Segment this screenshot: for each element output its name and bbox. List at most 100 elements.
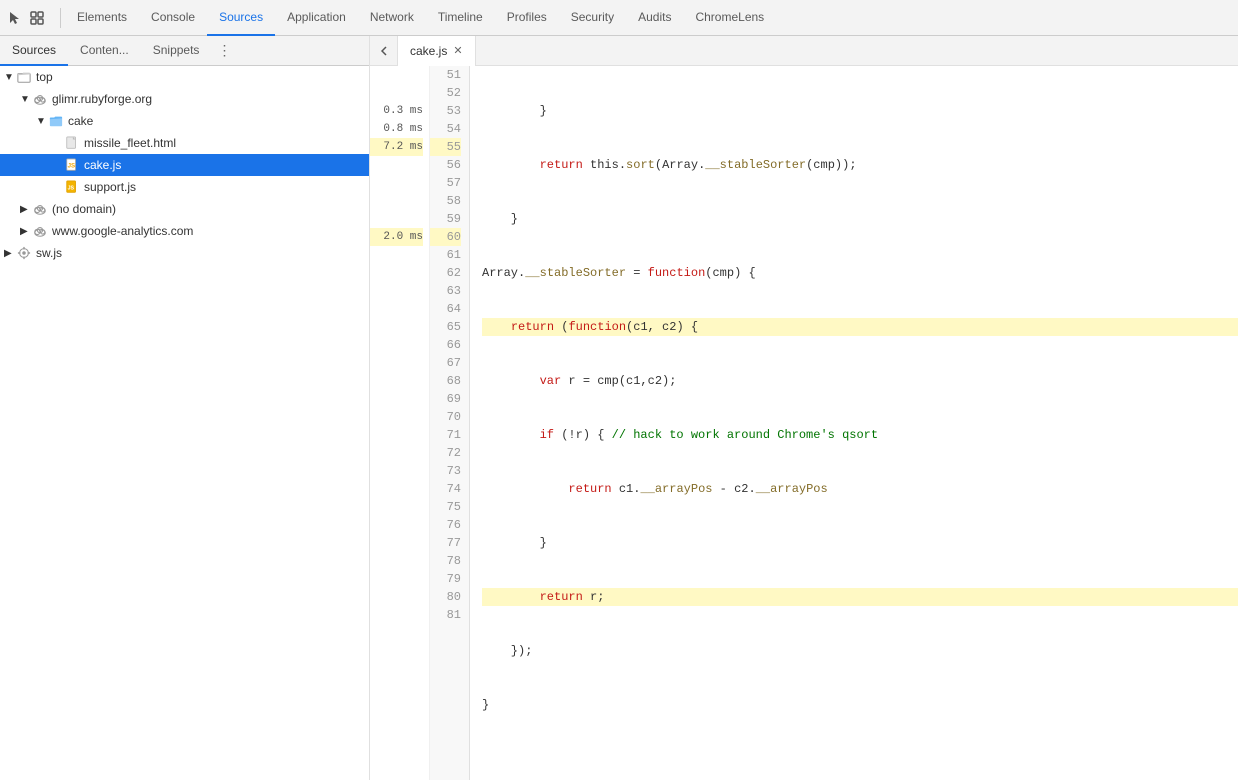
ln-72: 72 bbox=[430, 444, 461, 462]
timing-66 bbox=[370, 336, 423, 354]
tab-sources-secondary[interactable]: Sources bbox=[0, 36, 68, 66]
tab-chromelens[interactable]: ChromeLens bbox=[683, 0, 776, 36]
devtools-nav: Elements Console Sources Application Net… bbox=[0, 0, 1238, 36]
tree-item-missile-fleet[interactable]: missile_fleet.html bbox=[0, 132, 369, 154]
arrow-google: ▶ bbox=[20, 226, 32, 237]
main-area: Sources Conten... Snippets ⋮ ▼ bbox=[0, 36, 1238, 780]
tree-item-cake-js[interactable]: JS cake.js bbox=[0, 154, 369, 176]
ln-76: 76 bbox=[430, 516, 461, 534]
tab-snippets[interactable]: Snippets bbox=[141, 36, 212, 66]
ln-70: 70 bbox=[430, 408, 461, 426]
tree-item-google-analytics[interactable]: ▶ www.google-analytics.com bbox=[0, 220, 369, 242]
arrow-cake: ▼ bbox=[36, 116, 48, 127]
timing-51 bbox=[370, 66, 423, 84]
editor-area: cake.js ✕ 0.3 ms 0.8 ms 7.2 ms 2.0 ms bbox=[370, 36, 1238, 780]
timing-55: 7.2 ms bbox=[370, 138, 423, 156]
arrow-no-domain: ▶ bbox=[20, 204, 32, 215]
editor-tab-filename: cake.js bbox=[410, 44, 447, 58]
timing-62 bbox=[370, 264, 423, 282]
ln-80: 80 bbox=[430, 588, 461, 606]
code-56: var r = cmp(c1,c2); bbox=[482, 372, 1238, 390]
tab-elements[interactable]: Elements bbox=[65, 0, 139, 36]
ln-77: 77 bbox=[430, 534, 461, 552]
ln-75: 75 bbox=[430, 498, 461, 516]
timing-79 bbox=[370, 570, 423, 588]
ln-51: 51 bbox=[430, 66, 461, 84]
code-53: } bbox=[482, 210, 1238, 228]
ln-64: 64 bbox=[430, 300, 461, 318]
ln-78: 78 bbox=[430, 552, 461, 570]
line-numbers: 51 52 53 54 55 56 57 58 59 60 61 62 63 6… bbox=[430, 66, 470, 780]
folder-icon-top bbox=[16, 69, 32, 85]
timing-67 bbox=[370, 354, 423, 372]
timing-58 bbox=[370, 192, 423, 210]
timing-72 bbox=[370, 444, 423, 462]
code-51: } bbox=[482, 102, 1238, 120]
code-52: return this.sort(Array.__stableSorter(cm… bbox=[482, 156, 1238, 174]
back-button[interactable] bbox=[370, 36, 398, 66]
cursor-icon[interactable] bbox=[4, 7, 26, 29]
tree-item-sw-js[interactable]: ▶ sw.js bbox=[0, 242, 369, 264]
file-tree-sidebar: Sources Conten... Snippets ⋮ ▼ bbox=[0, 36, 370, 780]
tree-item-no-domain[interactable]: ▶ (no domain) bbox=[0, 198, 369, 220]
svg-text:JS: JS bbox=[68, 163, 75, 170]
tree-label-cake-js: cake.js bbox=[84, 158, 121, 172]
tab-application[interactable]: Application bbox=[275, 0, 358, 36]
ln-68: 68 bbox=[430, 372, 461, 390]
tree-label-top: top bbox=[36, 70, 53, 84]
tab-timeline[interactable]: Timeline bbox=[426, 0, 495, 36]
ln-62: 62 bbox=[430, 264, 461, 282]
tree-label-glimr: glimr.rubyforge.org bbox=[52, 92, 152, 106]
file-icon-missile bbox=[64, 135, 80, 151]
ln-52: 52 bbox=[430, 84, 461, 102]
secondary-tabs: Sources Conten... Snippets ⋮ bbox=[0, 36, 369, 66]
timing-61 bbox=[370, 246, 423, 264]
cloud-icon-google bbox=[32, 223, 48, 239]
timing-73 bbox=[370, 462, 423, 480]
timing-74 bbox=[370, 480, 423, 498]
timing-64 bbox=[370, 300, 423, 318]
timing-57 bbox=[370, 174, 423, 192]
editor-tab-cake-js[interactable]: cake.js ✕ bbox=[398, 36, 476, 66]
tab-console[interactable]: Console bbox=[139, 0, 207, 36]
tab-security[interactable]: Security bbox=[559, 0, 626, 36]
tab-audits[interactable]: Audits bbox=[626, 0, 683, 36]
ln-53: 53 bbox=[430, 102, 461, 120]
tree-item-support-js[interactable]: JS support.js bbox=[0, 176, 369, 198]
cloud-icon-no-domain bbox=[32, 201, 48, 217]
close-tab-button[interactable]: ✕ bbox=[453, 44, 462, 57]
tab-profiles[interactable]: Profiles bbox=[495, 0, 559, 36]
tree-item-glimr[interactable]: ▼ glimr.rubyforge.org bbox=[0, 88, 369, 110]
content-area: Sources Conten... Snippets ⋮ ▼ bbox=[0, 36, 1238, 780]
code-55: return (function(c1, c2) { bbox=[482, 318, 1238, 336]
code-62: } bbox=[482, 696, 1238, 714]
file-icon-support: JS bbox=[64, 179, 80, 195]
timing-column: 0.3 ms 0.8 ms 7.2 ms 2.0 ms bbox=[370, 66, 430, 780]
ln-58: 58 bbox=[430, 192, 461, 210]
tree-label-sw: sw.js bbox=[36, 246, 62, 260]
folder-icon-cake bbox=[48, 113, 64, 129]
tab-content[interactable]: Conten... bbox=[68, 36, 141, 66]
gear-file-icon-sw bbox=[16, 245, 32, 261]
more-tabs-button[interactable]: ⋮ bbox=[211, 36, 237, 66]
ln-67: 67 bbox=[430, 354, 461, 372]
tree-label-google: www.google-analytics.com bbox=[52, 224, 193, 238]
tab-sources[interactable]: Sources bbox=[207, 0, 275, 36]
ln-61: 61 bbox=[430, 246, 461, 264]
tree-item-top[interactable]: ▼ top bbox=[0, 66, 369, 88]
inspect-icon[interactable] bbox=[26, 7, 48, 29]
arrow-top: ▼ bbox=[4, 72, 16, 83]
timing-78 bbox=[370, 552, 423, 570]
code-57: if (!r) { // hack to work around Chrome'… bbox=[482, 426, 1238, 444]
timing-77 bbox=[370, 534, 423, 552]
tree-item-cake-folder[interactable]: ▼ cake bbox=[0, 110, 369, 132]
tab-network[interactable]: Network bbox=[358, 0, 426, 36]
timing-80 bbox=[370, 588, 423, 606]
ln-60: 60 bbox=[430, 228, 461, 246]
file-tree: ▼ top ▼ glimr.rubyforge.org bbox=[0, 66, 369, 264]
code-editor[interactable]: 0.3 ms 0.8 ms 7.2 ms 2.0 ms bbox=[370, 66, 1238, 780]
arrow-sw: ▶ bbox=[4, 248, 16, 259]
ln-63: 63 bbox=[430, 282, 461, 300]
timing-59 bbox=[370, 210, 423, 228]
code-63 bbox=[482, 750, 1238, 768]
